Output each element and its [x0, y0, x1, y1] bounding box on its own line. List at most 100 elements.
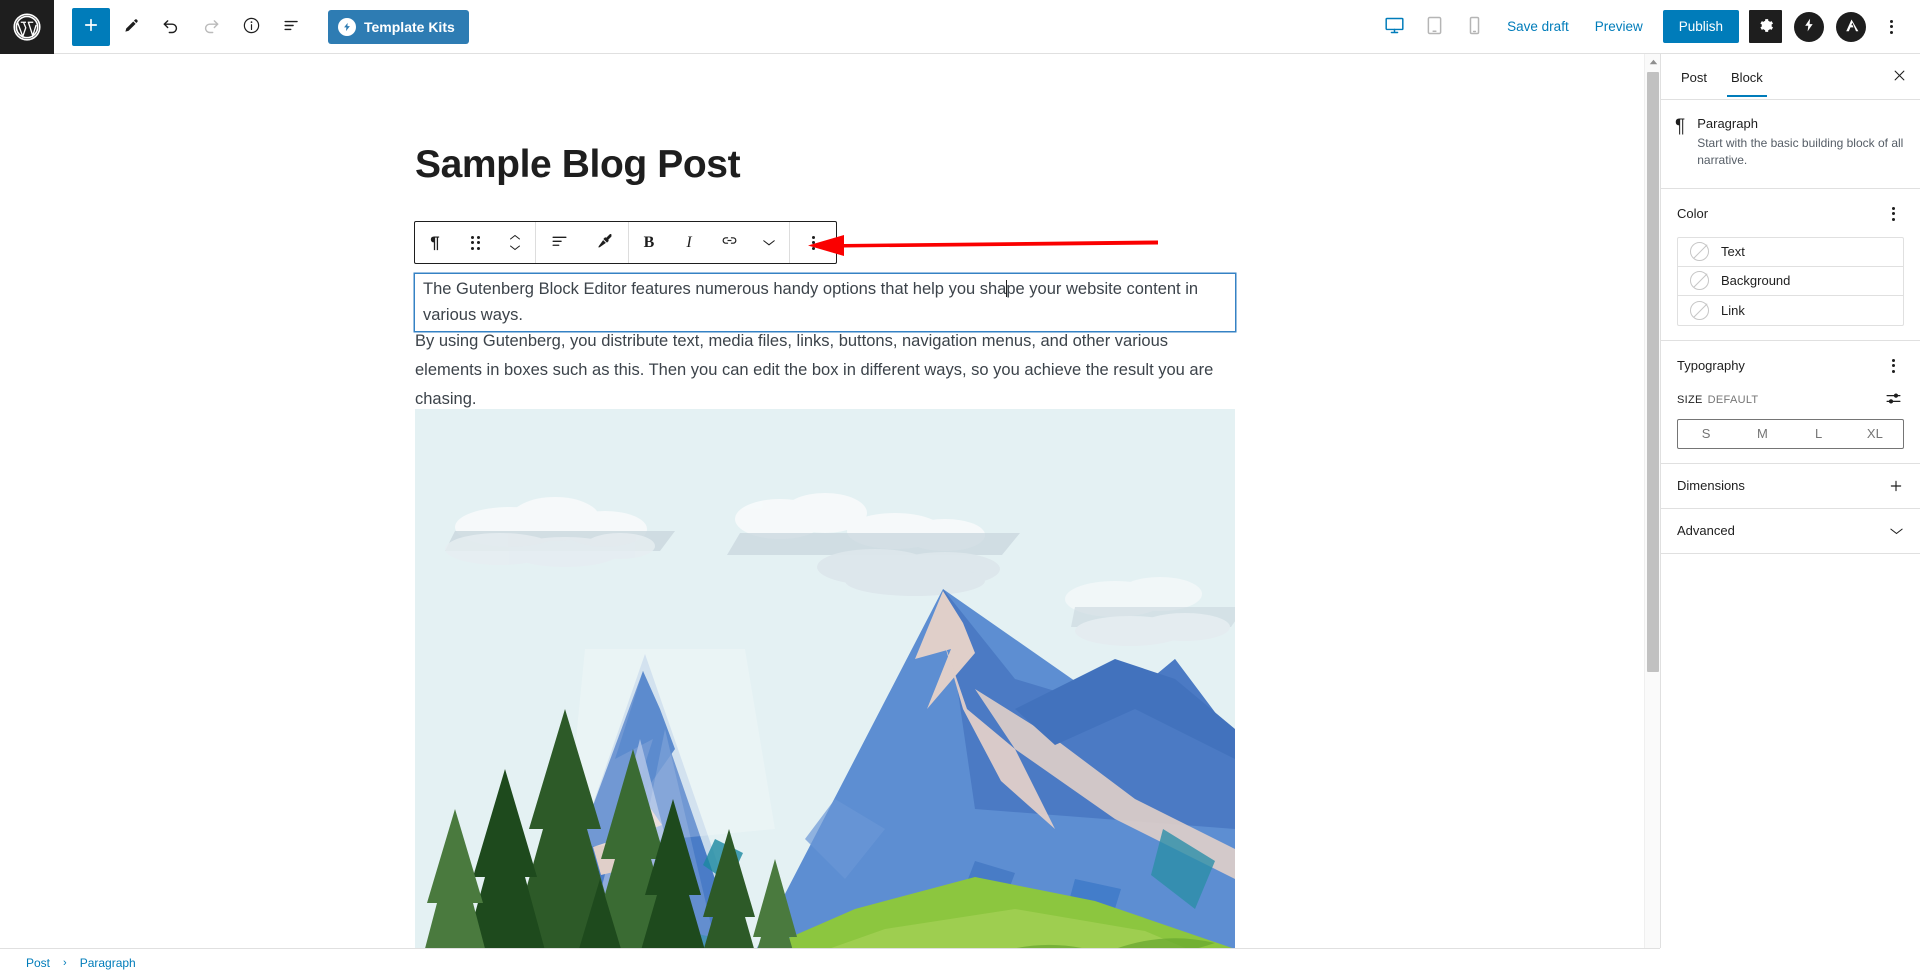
edit-mode-button[interactable] — [112, 8, 150, 46]
block-align-group — [536, 222, 628, 263]
font-size-xl[interactable]: XL — [1847, 420, 1903, 448]
breadcrumb-post[interactable]: Post — [22, 954, 54, 972]
kebab-menu-icon — [1891, 358, 1895, 373]
color-row-link[interactable]: Link — [1678, 296, 1903, 325]
paragraph-pilcrow-icon: ¶ — [1675, 116, 1686, 137]
settings-sidebar-button[interactable] — [1749, 10, 1782, 43]
align-text-button[interactable] — [536, 222, 582, 263]
tab-post[interactable]: Post — [1669, 56, 1719, 97]
link-color-swatch-icon[interactable] — [1690, 300, 1709, 320]
paragraph-pilcrow-icon: ¶ — [430, 232, 440, 252]
mobile-preview-button[interactable] — [1455, 8, 1493, 46]
selected-paragraph-block[interactable]: The Gutenberg Block Editor features nume… — [414, 273, 1236, 333]
drag-handle-button[interactable] — [455, 222, 495, 263]
color-row-label: Text — [1721, 244, 1745, 260]
highlight-button[interactable] — [582, 222, 628, 263]
chevron-down-icon — [762, 234, 776, 251]
post-details-button[interactable] — [232, 8, 270, 46]
background-color-swatch-icon[interactable] — [1690, 271, 1709, 291]
advanced-panel-toggle[interactable]: Advanced — [1661, 509, 1920, 554]
plus-icon[interactable] — [1888, 478, 1904, 494]
dimensions-label: Dimensions — [1677, 478, 1745, 494]
drag-handle-icon — [470, 235, 480, 250]
link-button[interactable] — [709, 222, 749, 263]
dimensions-panel-toggle[interactable]: Dimensions — [1661, 464, 1920, 509]
redo-button[interactable] — [192, 8, 230, 46]
tablet-preview-button[interactable] — [1415, 8, 1453, 46]
color-options-list: Text Background Link — [1677, 236, 1904, 326]
pencil-icon — [122, 16, 141, 38]
mountain-landscape-illustration — [415, 409, 1235, 948]
desktop-preview-button[interactable] — [1375, 8, 1413, 46]
custom-size-button[interactable] — [1882, 389, 1904, 411]
undo-arrow-icon — [161, 15, 181, 38]
tab-block[interactable]: Block — [1719, 56, 1775, 97]
move-block-button[interactable] — [495, 222, 535, 263]
block-type-button[interactable]: ¶ — [415, 222, 455, 263]
font-size-m[interactable]: M — [1734, 420, 1790, 448]
color-row-label: Link — [1721, 302, 1745, 318]
font-size-row: SIZE DEFAULT — [1677, 389, 1904, 411]
block-description: Start with the basic building block of a… — [1697, 136, 1904, 168]
template-kits-button[interactable]: Template Kits — [328, 9, 469, 44]
kebab-menu-icon — [1891, 206, 1895, 221]
desktop-icon — [1384, 15, 1405, 39]
list-view-button[interactable] — [272, 8, 310, 46]
toolbar-right-group: Save draft Preview Publish — [1375, 8, 1920, 46]
kebab-menu-icon — [1889, 19, 1893, 34]
bold-button[interactable]: B — [629, 222, 669, 263]
scrollbar-thumb[interactable] — [1647, 72, 1659, 672]
typography-section-title: Typography — [1677, 358, 1745, 374]
color-row-background[interactable]: Background — [1678, 267, 1903, 296]
align-left-icon — [550, 231, 569, 254]
gear-icon — [1757, 17, 1774, 37]
size-value-text: DEFAULT — [1707, 393, 1759, 406]
paragraph-text-before-caret: The Gutenberg Block Editor features nume… — [423, 280, 1007, 298]
wordpress-logo-button[interactable] — [0, 0, 54, 54]
typography-section: Typography SIZE DEFAULT S M L XL — [1661, 341, 1920, 464]
advanced-label: Advanced — [1677, 523, 1735, 539]
save-draft-button[interactable]: Save draft — [1495, 11, 1581, 42]
more-options-button[interactable] — [1874, 8, 1908, 46]
editor-canvas: Sample Blog Post ¶ B I The Gutenberg Blo… — [0, 54, 1660, 948]
preview-button[interactable]: Preview — [1583, 11, 1655, 42]
publish-button[interactable]: Publish — [1662, 10, 1739, 43]
breadcrumb-separator: › — [63, 957, 67, 969]
undo-button[interactable] — [152, 8, 190, 46]
font-size-l[interactable]: L — [1791, 420, 1847, 448]
block-info-text: Paragraph Start with the basic building … — [1697, 116, 1904, 170]
block-options-button[interactable] — [790, 222, 836, 263]
jetpack-button[interactable] — [1794, 11, 1824, 42]
breadcrumb-paragraph[interactable]: Paragraph — [76, 954, 140, 972]
bold-icon: B — [643, 233, 655, 251]
text-color-swatch-icon[interactable] — [1690, 242, 1709, 262]
color-row-text[interactable]: Text — [1678, 238, 1903, 267]
typography-section-header: Typography — [1677, 355, 1904, 377]
scroll-up-arrow-icon[interactable] — [1645, 54, 1661, 70]
font-size-s[interactable]: S — [1678, 420, 1734, 448]
block-title: Paragraph — [1697, 116, 1758, 131]
image-block[interactable] — [415, 409, 1235, 948]
highlighter-pin-icon — [596, 231, 615, 254]
info-circle-icon — [242, 16, 261, 38]
italic-button[interactable]: I — [669, 222, 709, 263]
settings-sidebar: Post Block ¶ Paragraph Start with the ba… — [1660, 54, 1920, 948]
italic-icon: I — [686, 233, 692, 251]
link-icon — [720, 231, 739, 254]
add-block-button[interactable] — [72, 7, 110, 46]
typography-options-button[interactable] — [1882, 355, 1904, 377]
color-options-button[interactable] — [1882, 203, 1904, 225]
paragraph-block-two[interactable]: By using Gutenberg, you distribute text,… — [415, 327, 1235, 414]
more-formats-button[interactable] — [749, 222, 789, 263]
color-row-label: Background — [1721, 273, 1791, 289]
size-label-text: SIZE — [1677, 393, 1703, 406]
wordpress-logo-icon — [12, 12, 42, 42]
post-title[interactable]: Sample Blog Post — [415, 142, 1245, 189]
editor-scrollbar[interactable] — [1644, 54, 1660, 948]
kebab-menu-icon — [811, 235, 815, 250]
block-info-card: ¶ Paragraph Start with the basic buildin… — [1661, 100, 1920, 189]
chevron-down-icon[interactable] — [1889, 526, 1904, 536]
close-sidebar-button[interactable] — [1882, 60, 1916, 94]
move-up-down-icon — [509, 234, 521, 251]
astra-options-button[interactable] — [1836, 11, 1866, 42]
